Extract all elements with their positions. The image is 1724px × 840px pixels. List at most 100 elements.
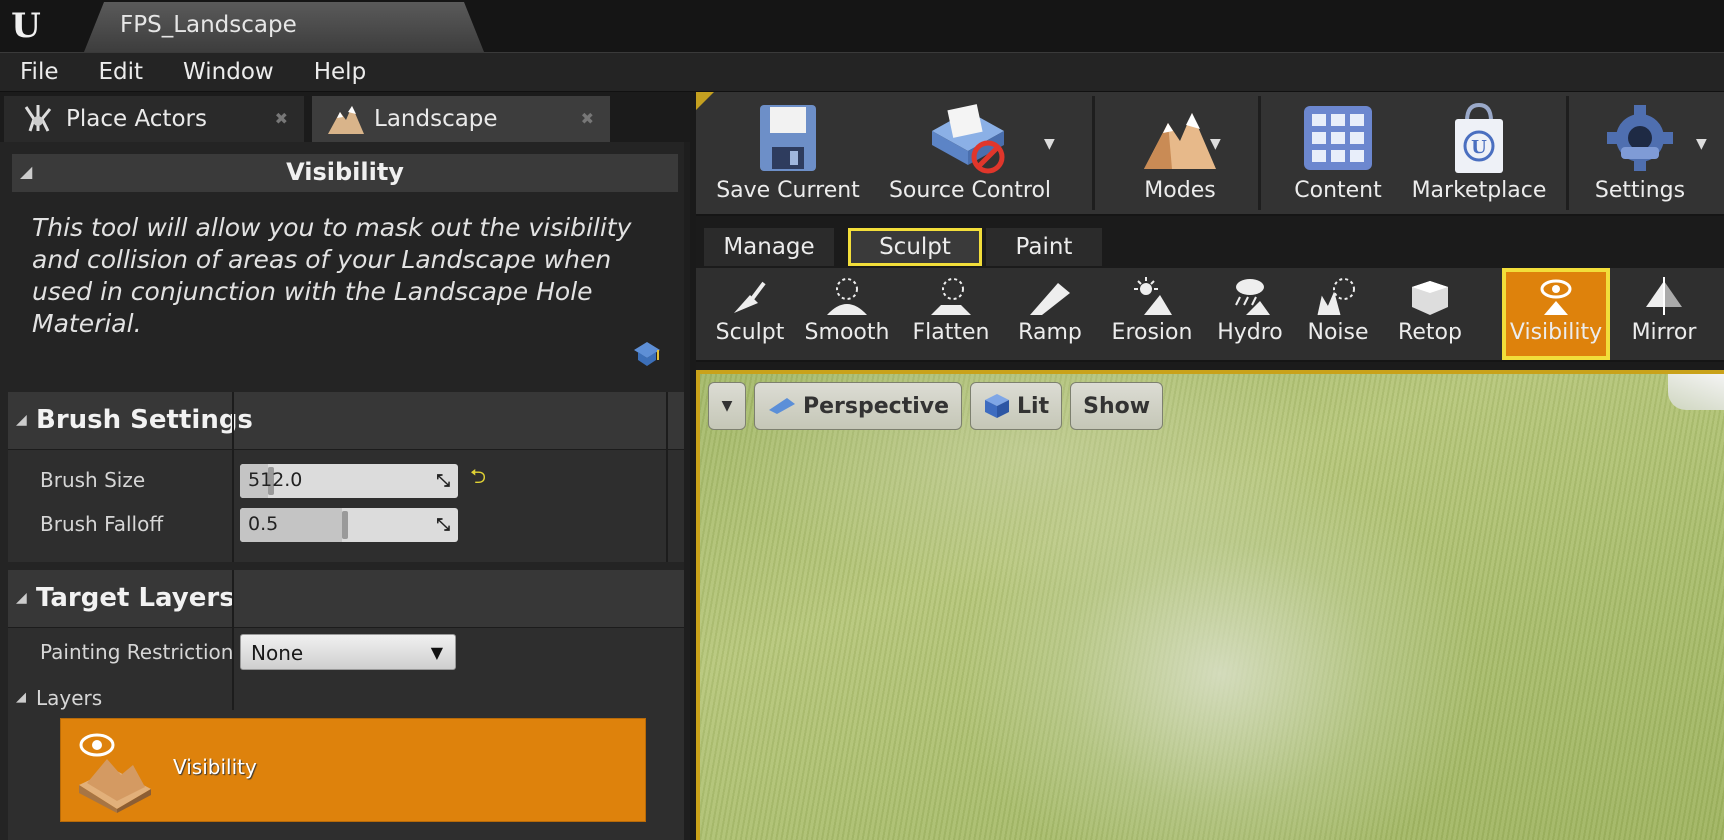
show-label: Show [1083, 393, 1151, 419]
tool-visibility[interactable]: Visibility [1502, 268, 1610, 360]
brush-settings-title: Brush Settings [36, 405, 253, 435]
perspective-camera-icon [767, 396, 797, 416]
erosion-sun-icon [1130, 274, 1174, 320]
reset-to-default-icon[interactable]: ⮌ [470, 462, 486, 496]
tool-noise[interactable]: Noise [1298, 268, 1378, 360]
painting-restriction-value: None [251, 641, 304, 665]
content-button[interactable]: Content [1272, 92, 1404, 216]
tool-title: Visibility [286, 158, 404, 186]
document-tab[interactable]: FPS_Landscape [84, 2, 484, 52]
retopologize-icon [1408, 274, 1452, 320]
lit-button[interactable]: Lit [970, 382, 1063, 430]
documentation-icon[interactable] [632, 338, 662, 372]
tool-label: Ramp [1018, 320, 1082, 345]
tool-label: Flatten [912, 320, 990, 345]
tool-label: Retop [1398, 320, 1462, 345]
save-icon [756, 100, 820, 176]
editor-main-area: Save Current Source Control ▼ Modes ▼ Co… [696, 92, 1724, 840]
perspective-label: Perspective [803, 393, 950, 419]
layer-item-visibility[interactable]: Visibility [60, 718, 646, 822]
source-control-button[interactable]: Source Control [874, 92, 1066, 216]
tab-paint[interactable]: Paint [986, 228, 1102, 266]
panel-tab-bar: Place Actors ✖ Landscape ✖ [0, 92, 690, 142]
save-current-button[interactable]: Save Current [708, 92, 868, 216]
menu-edit[interactable]: Edit [79, 59, 164, 85]
tool-sculpt[interactable]: Sculpt [704, 268, 796, 360]
marketplace-button[interactable]: U Marketplace [1404, 92, 1554, 216]
sculpt-tools-bar: Sculpt Smooth Flatten Ramp Erosion Hydro… [696, 268, 1724, 362]
brush-size-value: 512.0 [248, 469, 303, 491]
collapse-arrow-icon[interactable]: ◢ [16, 690, 26, 705]
tool-erosion[interactable]: Erosion [1104, 268, 1200, 360]
menu-help[interactable]: Help [294, 59, 386, 85]
close-icon[interactable]: ✖ [581, 109, 594, 128]
tool-label: Hydro [1217, 320, 1283, 345]
brush-size-spinbox[interactable]: 512.0 ⤡ [240, 464, 458, 498]
title-bar: U FPS_Landscape [0, 0, 1724, 52]
expand-arrows-icon[interactable]: ⤡ [436, 471, 450, 491]
tab-landscape[interactable]: Landscape ✖ [312, 96, 610, 142]
svg-text:U: U [1471, 137, 1487, 158]
tool-flatten[interactable]: Flatten [906, 268, 996, 360]
target-layers-header[interactable]: ◢ Target Layers [8, 570, 684, 628]
column-divider [232, 392, 234, 562]
document-tab-label: FPS_Landscape [120, 12, 297, 38]
expand-arrows-icon[interactable]: ⤡ [436, 515, 450, 535]
tool-label: Visibility [1509, 320, 1603, 345]
flatten-icon [929, 274, 973, 320]
settings-button[interactable]: Settings [1578, 92, 1702, 216]
content-label: Content [1294, 178, 1382, 203]
chevron-down-icon: ▼ [721, 398, 733, 414]
chevron-down-icon: ▼ [430, 643, 443, 662]
lit-cube-icon [983, 392, 1011, 420]
mirror-icon [1642, 274, 1686, 320]
tool-label: Mirror [1631, 320, 1697, 345]
tool-header[interactable]: ◢ Visibility [12, 154, 678, 192]
modes-label: Modes [1144, 178, 1216, 203]
chevron-down-icon[interactable]: ▼ [1696, 136, 1707, 152]
viewport-options-button[interactable]: ▼ [708, 382, 746, 430]
tool-hydro[interactable]: Hydro [1208, 268, 1292, 360]
modes-button[interactable]: Modes [1100, 92, 1260, 216]
tool-smooth[interactable]: Smooth [800, 268, 894, 360]
source-control-label: Source Control [888, 178, 1052, 203]
target-layers-section: ◢ Target Layers Painting Restriction Non… [8, 570, 684, 840]
tab-manage[interactable]: Manage [704, 228, 834, 266]
brush-settings-header[interactable]: ◢ Brush Settings [8, 392, 684, 450]
spinbox-handle[interactable] [342, 511, 348, 539]
brush-falloff-spinbox[interactable]: 0.5 ⤡ [240, 508, 458, 542]
layer-name: Visibility [173, 755, 257, 779]
marketplace-bag-icon: U [1449, 100, 1509, 176]
tab-sculpt[interactable]: Sculpt [848, 228, 982, 266]
brush-falloff-value: 0.5 [248, 513, 279, 535]
noise-icon [1316, 274, 1360, 320]
collapse-arrow-icon: ◢ [16, 412, 27, 428]
chevron-down-icon[interactable]: ▼ [1044, 136, 1055, 152]
show-button[interactable]: Show [1070, 382, 1164, 430]
tab-place-actors[interactable]: Place Actors ✖ [4, 96, 304, 142]
menu-bar: File Edit Window Help [0, 52, 1724, 92]
modes-icon [1142, 100, 1218, 176]
visibility-eye-icon [1534, 274, 1578, 320]
viewport-sky [1668, 374, 1724, 410]
marketplace-label: Marketplace [1411, 178, 1547, 203]
tool-retop[interactable]: Retop [1390, 268, 1470, 360]
content-browser-icon [1300, 100, 1376, 176]
chevron-down-icon[interactable]: ▼ [1210, 136, 1221, 152]
painting-restriction-dropdown[interactable]: None ▼ [240, 634, 456, 670]
collapse-arrow-icon: ◢ [16, 590, 27, 606]
tool-label: Sculpt [715, 320, 785, 345]
tab-place-actors-label: Place Actors [66, 106, 207, 132]
tool-description: This tool will allow you to mask out the… [32, 213, 632, 338]
modes-panel: Place Actors ✖ Landscape ✖ ◢ Visibility … [0, 92, 690, 840]
menu-window[interactable]: Window [163, 59, 294, 85]
tool-ramp[interactable]: Ramp [1008, 268, 1092, 360]
tool-mirror[interactable]: Mirror [1614, 268, 1714, 360]
toolbar-separator [1092, 96, 1095, 210]
menu-file[interactable]: File [0, 59, 79, 85]
unreal-logo-icon[interactable]: U [0, 0, 52, 52]
perspective-button[interactable]: Perspective [754, 382, 963, 430]
hydro-rain-icon [1228, 274, 1272, 320]
close-icon[interactable]: ✖ [275, 109, 288, 128]
level-viewport[interactable]: ▼ Perspective Lit Show [696, 370, 1724, 840]
